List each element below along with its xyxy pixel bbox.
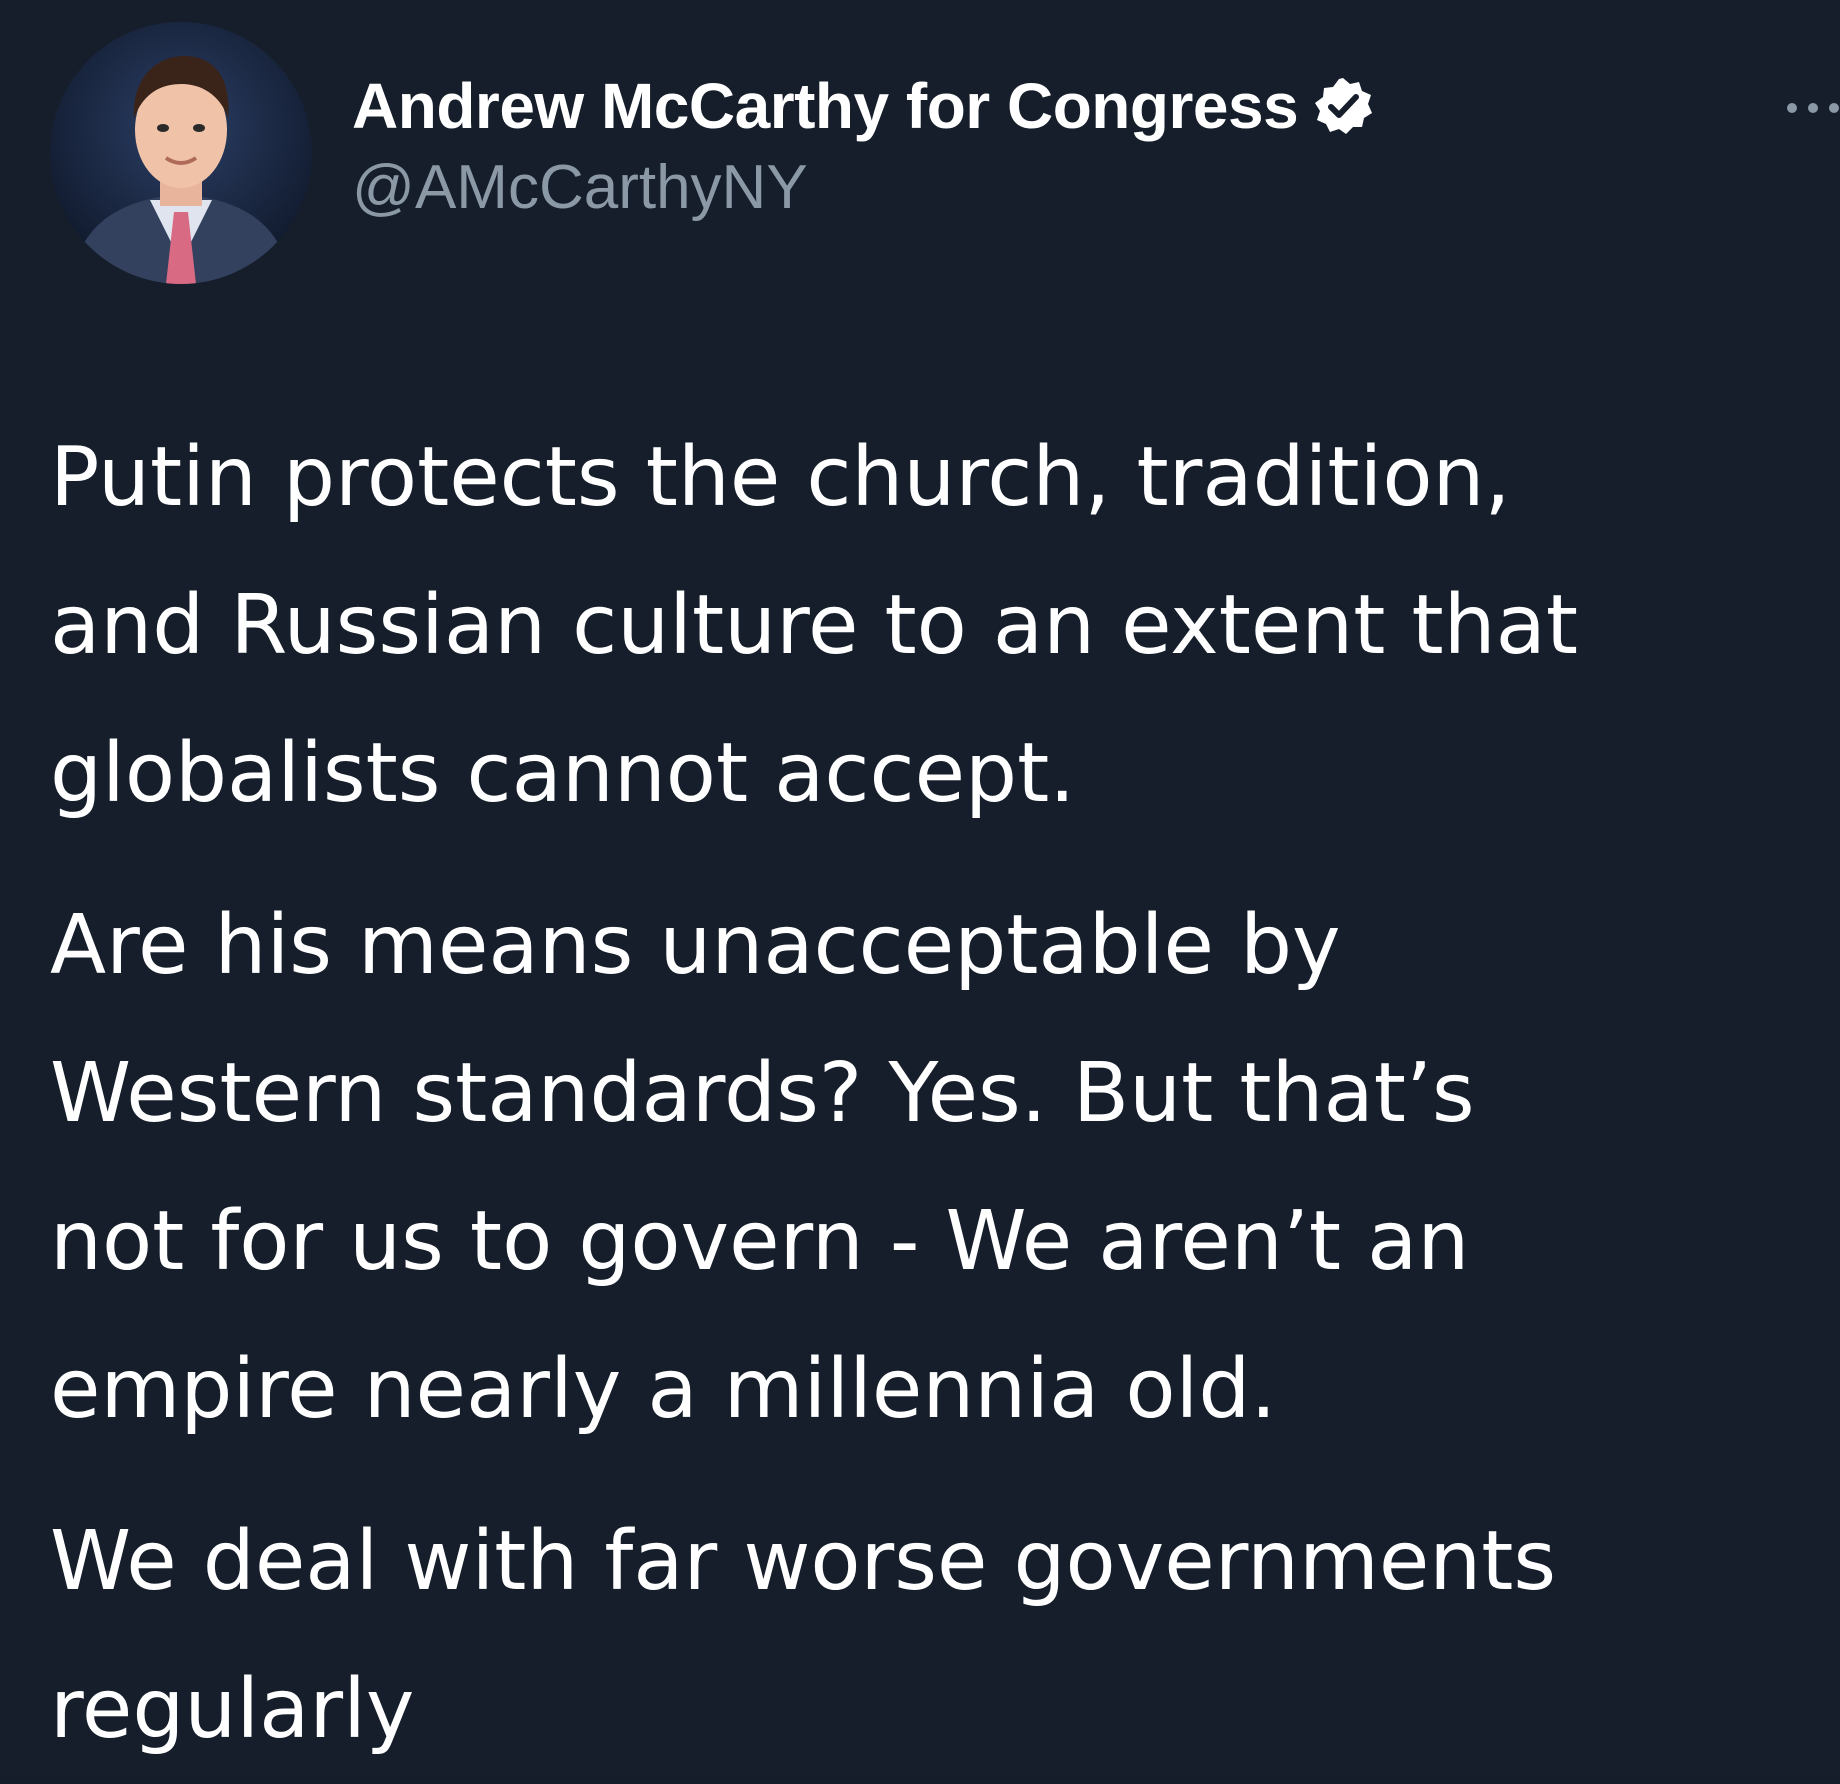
tweet-paragraph: Are his means unacceptable by Western st… [50, 872, 1820, 1464]
tweet-paragraph: Putin protects the church, tradition, an… [50, 404, 1820, 848]
author-handle[interactable]: @AMcCarthyNY [352, 152, 1374, 223]
avatar[interactable] [50, 22, 312, 284]
tweet-line: Putin protects the church, tradition, [50, 430, 1511, 525]
tweet-text: Putin protects the church, tradition, an… [50, 404, 1820, 1784]
more-options-icon[interactable] [1786, 96, 1840, 120]
tweet-line: We deal with far worse governments [50, 1514, 1557, 1609]
tweet-card: Andrew McCarthy for Congress @AMcCarthyN… [0, 0, 1840, 1778]
author-display-name[interactable]: Andrew McCarthy for Congress [352, 69, 1299, 143]
tweet-line: globalists cannot accept. [50, 726, 1076, 821]
tweet-line: regularly [50, 1662, 415, 1757]
tweet-author: Andrew McCarthy for Congress @AMcCarthyN… [352, 66, 1374, 223]
tweet-line: and Russian culture to an extent that [50, 578, 1579, 673]
tweet-line: empire nearly a millennia old. [50, 1342, 1277, 1437]
author-name-row: Andrew McCarthy for Congress [352, 66, 1374, 146]
tweet-line: Western standards? Yes. But that’s [50, 1046, 1475, 1141]
avatar-photo-icon [50, 22, 312, 284]
tweet-line: Are his means unacceptable by [50, 898, 1341, 993]
verified-badge-icon [1312, 75, 1374, 137]
tweet-line: not for us to govern - We aren’t an [50, 1194, 1470, 1289]
tweet-paragraph: We deal with far worse governments regul… [50, 1488, 1820, 1784]
